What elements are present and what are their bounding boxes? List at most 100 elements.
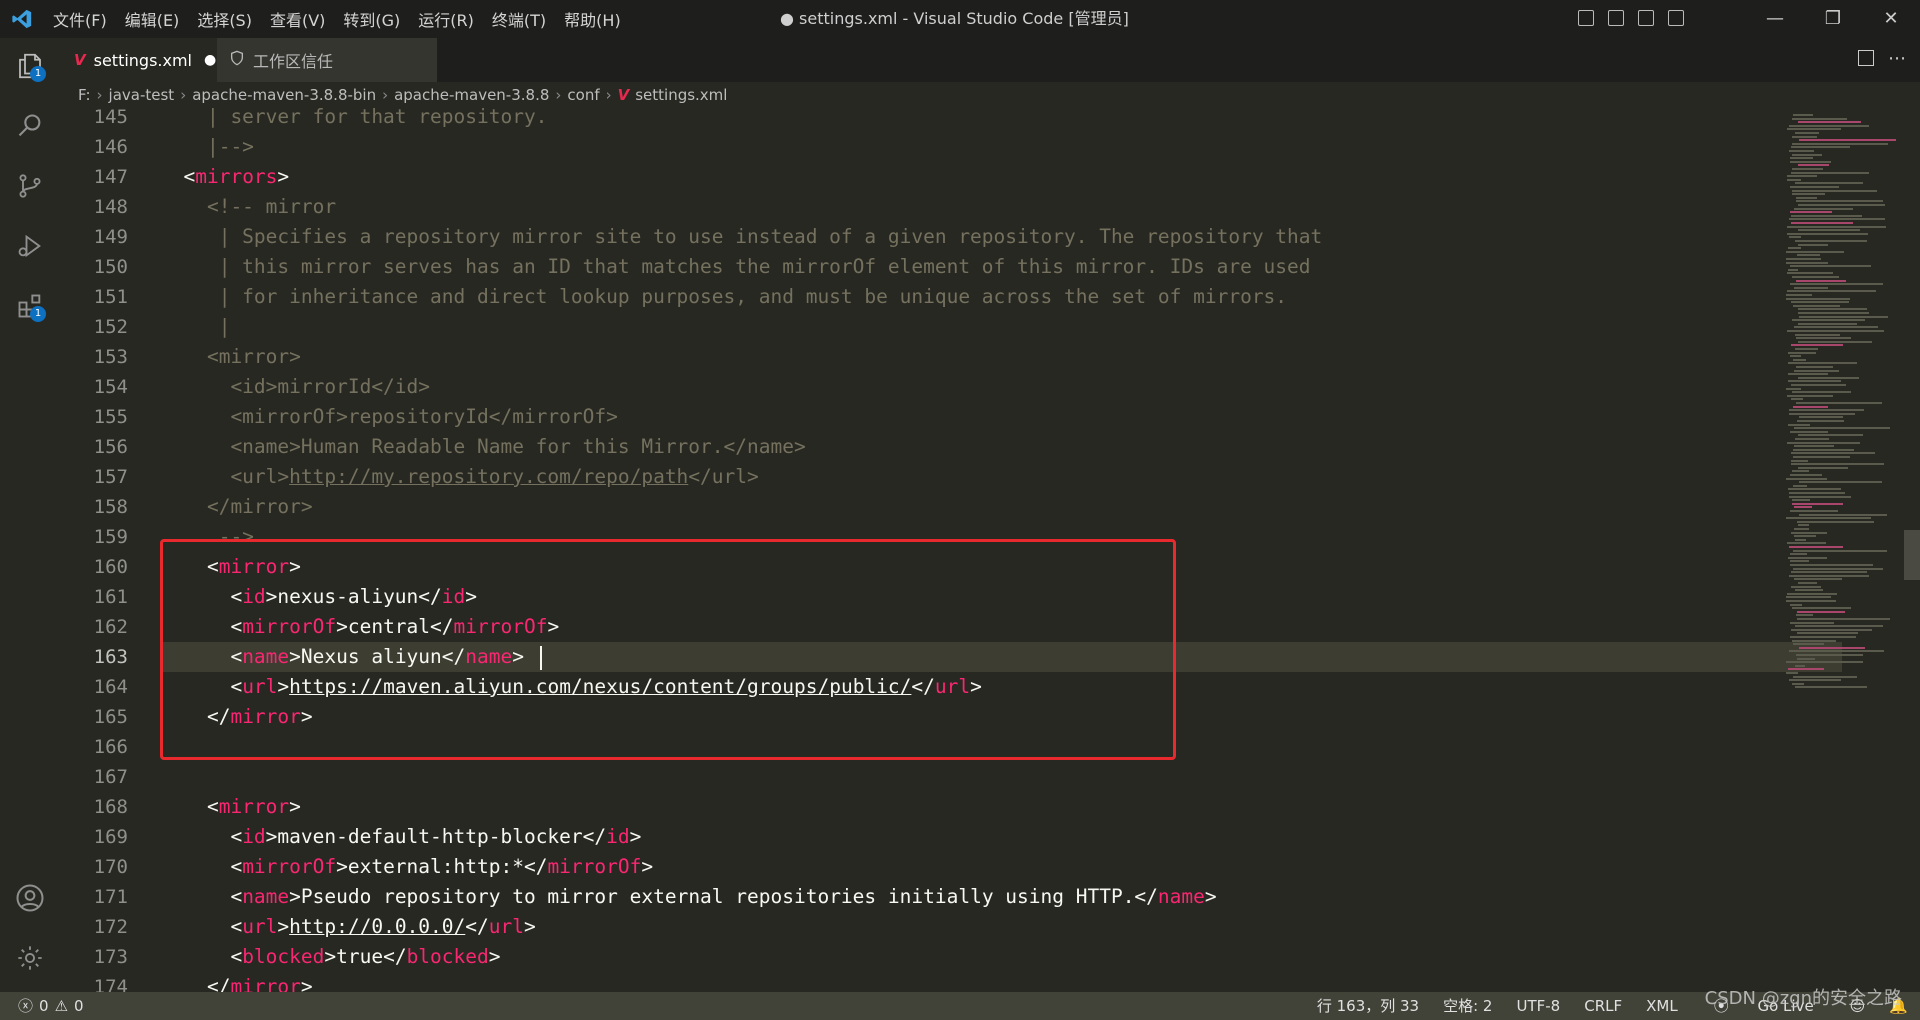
minimap-line	[1789, 546, 1843, 548]
breadcrumb-item[interactable]: conf	[567, 86, 599, 104]
minimap-line	[1790, 211, 1832, 214]
breadcrumb-item[interactable]: java-test	[109, 86, 175, 104]
indentation[interactable]: 空格: 2	[1431, 992, 1504, 1020]
code-line[interactable]: </mirror>	[160, 972, 313, 992]
window-title: ● settings.xml - Visual Studio Code [管理员…	[780, 9, 1129, 28]
minimap[interactable]	[1782, 108, 1902, 992]
menu-item[interactable]: 文件(F)	[44, 7, 116, 31]
code-line[interactable]: <id>mirrorId</id>	[160, 372, 430, 402]
breadcrumb-item[interactable]: settings.xml	[635, 86, 727, 104]
minimap-line	[1793, 643, 1824, 646]
line-number: 166	[93, 736, 128, 758]
minimap-line	[1796, 614, 1813, 617]
minimap-line	[1796, 366, 1833, 368]
menu-item[interactable]: 运行(R)	[409, 7, 483, 31]
code-line[interactable]: <name>Pseudo repository to mirror extern…	[160, 882, 1216, 912]
run-debug-icon[interactable]	[10, 226, 50, 266]
source-control-icon[interactable]	[10, 166, 50, 206]
scrollbar-thumb[interactable]	[1904, 530, 1920, 580]
minimap-line	[1792, 682, 1804, 685]
minimize-button[interactable]: —	[1746, 0, 1804, 38]
menu-item[interactable]: 终端(T)	[483, 7, 555, 31]
breadcrumb-item[interactable]: apache-maven-3.8.8-bin	[192, 86, 376, 104]
code-line[interactable]: <name>Human Readable Name for this Mirro…	[160, 432, 805, 462]
code-line[interactable]: <mirror>	[160, 342, 301, 372]
minimap-line	[1790, 636, 1856, 638]
cursor-position[interactable]: 行 163，列 33	[1305, 992, 1431, 1020]
minimap-line	[1797, 610, 1845, 613]
code-line[interactable]: <mirrorOf>external:http:*</mirrorOf>	[160, 852, 653, 882]
minimap-line	[1788, 351, 1816, 354]
minimap-line	[1788, 556, 1827, 559]
line-number: 164	[93, 676, 128, 698]
more-actions-icon[interactable]: ⋯	[1888, 48, 1906, 69]
code-line[interactable]: | this mirror serves has an ID that matc…	[160, 252, 1311, 282]
breadcrumb-item[interactable]: F:	[78, 86, 91, 104]
minimap-line	[1794, 207, 1853, 210]
minimap-line	[1794, 427, 1890, 430]
tab-settings-xml[interactable]: 𝙑 settings.xml ●	[60, 38, 217, 82]
breadcrumb-item[interactable]: apache-maven-3.8.8	[394, 86, 549, 104]
code-line[interactable]: <url>http://my.repository.com/repo/path<…	[160, 462, 758, 492]
minimap-line	[1786, 477, 1827, 480]
restore-button[interactable]: ❐	[1804, 0, 1862, 38]
line-number: 147	[93, 166, 128, 188]
line-ending[interactable]: CRLF	[1572, 992, 1634, 1020]
search-icon[interactable]	[10, 106, 50, 146]
problems-indicator[interactable]: ⓧ 0 ⚠ 0	[18, 992, 84, 1020]
code-line[interactable]: <blocked>true</blocked>	[160, 942, 500, 972]
language-mode[interactable]: XML	[1634, 992, 1690, 1020]
minimap-line	[1790, 186, 1839, 188]
menu-item[interactable]: 编辑(E)	[116, 7, 189, 31]
minimap-line	[1790, 265, 1871, 268]
minimap-line	[1792, 189, 1877, 192]
vscode-logo-icon[interactable]	[0, 0, 44, 38]
minimap-line	[1789, 492, 1845, 494]
tab-workspace-trust[interactable]: 工作区信任	[217, 38, 437, 82]
menu-item[interactable]: 选择(S)	[188, 7, 261, 31]
minimap-line	[1786, 297, 1850, 300]
minimap-line	[1790, 510, 1838, 512]
menu-item[interactable]: 帮助(H)	[555, 7, 630, 31]
minimap-line	[1795, 240, 1867, 242]
line-number: 151	[93, 286, 128, 308]
code-line[interactable]: <mirror>	[160, 792, 301, 822]
minimap-line	[1789, 412, 1855, 415]
line-number: 149	[93, 226, 128, 248]
code-line[interactable]: <url>http://0.0.0.0/</url>	[160, 912, 535, 942]
minimap-line	[1798, 229, 1860, 232]
minimap-line	[1798, 312, 1869, 314]
accounts-icon[interactable]	[10, 878, 50, 918]
minimap-line	[1787, 272, 1833, 275]
code-line[interactable]: | server for that repository.	[160, 108, 547, 132]
code-line[interactable]: <id>maven-default-http-blocker</id>	[160, 822, 641, 852]
line-number: 153	[93, 346, 128, 368]
minimap-line	[1790, 560, 1809, 563]
code-line[interactable]: <!-- mirror	[160, 192, 336, 222]
minimap-line	[1795, 686, 1867, 689]
code-line[interactable]: <mirrorOf>repositoryId</mirrorOf>	[160, 402, 617, 432]
toggle-secondary-sidebar-icon[interactable]	[1638, 10, 1654, 26]
toggle-panel-icon[interactable]	[1608, 10, 1624, 26]
split-editor-icon[interactable]	[1858, 50, 1874, 66]
code-line[interactable]: |-->	[160, 132, 254, 162]
encoding[interactable]: UTF-8	[1504, 992, 1572, 1020]
code-line[interactable]: |	[160, 312, 231, 342]
menu-item[interactable]: 转到(G)	[334, 7, 409, 31]
explorer-icon[interactable]: 1	[10, 46, 50, 86]
minimap-line	[1798, 164, 1829, 167]
code-line[interactable]: | Specifies a repository mirror site to …	[160, 222, 1323, 252]
xml-file-icon: 𝙑	[74, 51, 86, 69]
code-line[interactable]: </mirror>	[160, 492, 313, 522]
unsaved-dot-icon[interactable]: ●	[204, 52, 216, 68]
close-button[interactable]: ✕	[1862, 0, 1920, 38]
minimap-line	[1788, 268, 1798, 271]
code-line[interactable]: | for inheritance and direct lookup purp…	[160, 282, 1287, 312]
manage-gear-icon[interactable]	[10, 938, 50, 978]
code-line[interactable]: <mirrors>	[160, 162, 289, 192]
toggle-primary-sidebar-icon[interactable]	[1578, 10, 1594, 26]
menu-item[interactable]: 查看(V)	[261, 7, 334, 31]
extensions-icon[interactable]: 1	[10, 286, 50, 326]
customize-layout-icon[interactable]	[1668, 10, 1684, 26]
minimap-line	[1798, 524, 1809, 527]
